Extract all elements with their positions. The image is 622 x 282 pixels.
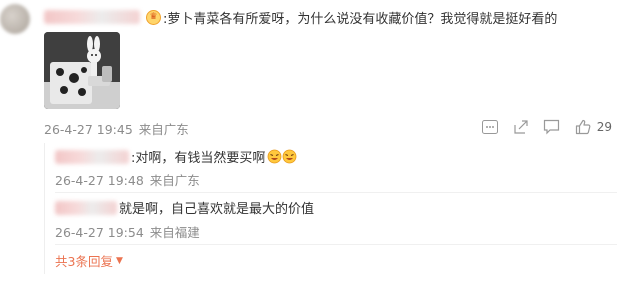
reply-location: 来自广东 xyxy=(149,173,200,188)
divider xyxy=(55,192,617,193)
crown-badge-icon: ♛ xyxy=(146,9,161,25)
more-replies-label: 共3条回复 xyxy=(55,254,113,269)
comment-image[interactable] xyxy=(44,32,120,109)
comment-card: ♛ :萝卜青菜各有所爱呀，为什么说没有收藏价值？我觉得就是挺好看的 26-4-2… xyxy=(0,0,622,282)
reply-meta: 26-4-27 19:48 来自广东 xyxy=(55,170,200,189)
username-redacted[interactable] xyxy=(55,149,129,164)
comment-actions: 29 xyxy=(468,117,612,137)
reply-item: :对啊，有钱当然要买啊 xyxy=(55,147,297,166)
figurine-photo xyxy=(44,32,120,109)
reply-timestamp: 26-4-27 19:48 xyxy=(55,173,144,188)
comment-timestamp: 26-4-27 19:45 xyxy=(44,122,133,137)
username-redacted[interactable] xyxy=(44,10,140,24)
like-count: 29 xyxy=(596,120,612,134)
comment-body: ♛ :萝卜青菜各有所爱呀，为什么说没有收藏价值？我觉得就是挺好看的 xyxy=(44,6,557,28)
reply-text: :对啊，有钱当然要买啊 xyxy=(131,151,266,166)
more-replies-link[interactable]: 共3条回复 ▼ xyxy=(55,251,123,270)
reply-meta: 26-4-27 19:54 来自福建 xyxy=(55,222,200,241)
reply-item: 就是啊，自己喜欢就是最大的价值 xyxy=(55,198,314,217)
comment-text: :萝卜青菜各有所爱呀，为什么说没有收藏价值？我觉得就是挺好看的 xyxy=(163,11,558,27)
comment-meta: 26-4-27 19:45 来自广东 xyxy=(44,119,189,138)
crying-laughing-emoji-icon xyxy=(267,149,297,164)
divider xyxy=(55,244,617,245)
reply-text: 就是啊，自己喜欢就是最大的价值 xyxy=(119,202,315,217)
more-options-icon[interactable] xyxy=(481,118,499,136)
avatar[interactable] xyxy=(0,4,30,34)
reply-timestamp: 26-4-27 19:54 xyxy=(55,225,144,240)
comment-icon[interactable] xyxy=(543,118,561,136)
like-icon[interactable] xyxy=(574,118,592,136)
reply-list: :对啊，有钱当然要买啊 26-4-27 19:48 来自广东 就是啊，自己喜欢就是… xyxy=(44,143,617,274)
share-icon[interactable] xyxy=(512,118,530,136)
comment-location: 来自广东 xyxy=(138,122,189,137)
reply-location: 来自福建 xyxy=(149,225,200,240)
username-redacted[interactable] xyxy=(55,200,117,215)
caret-down-icon: ▼ xyxy=(115,255,123,266)
